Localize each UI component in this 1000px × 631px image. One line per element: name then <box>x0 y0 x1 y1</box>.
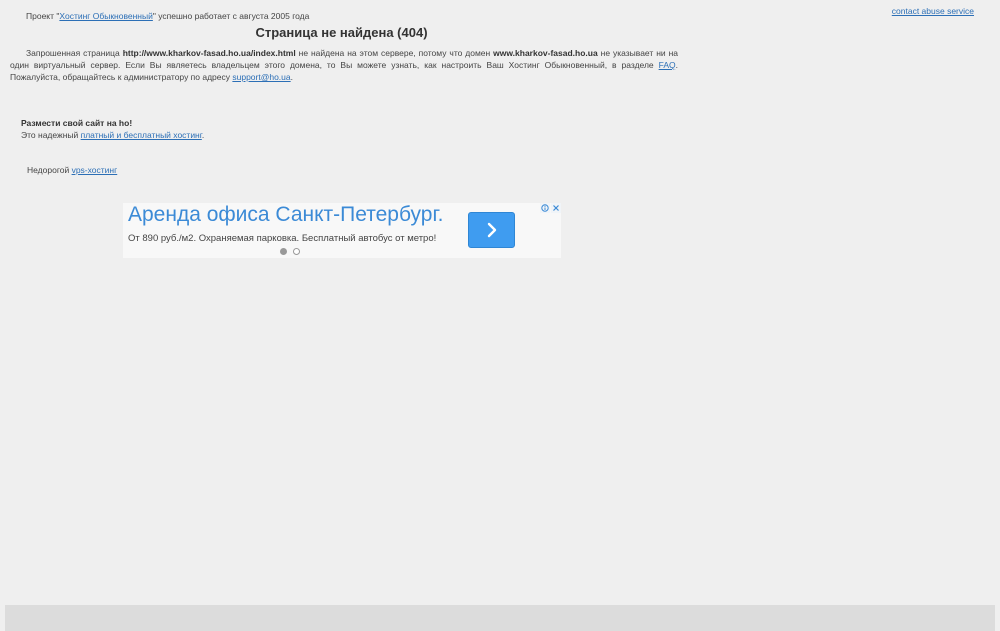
faq-link[interactable]: FAQ <box>659 60 676 70</box>
promo-text-prefix: Это надежный <box>21 130 81 140</box>
ad-banner[interactable]: Аренда офиса Санкт-Петербург. От 890 руб… <box>123 203 561 258</box>
support-email-link[interactable]: support@ho.ua <box>232 72 290 82</box>
ad-controls <box>540 203 561 213</box>
ad-title[interactable]: Аренда офиса Санкт-Петербург. <box>128 203 443 227</box>
contact-abuse-link[interactable]: contact abuse service <box>892 6 974 16</box>
project-suffix: " успешно работает с августа 2005 года <box>152 11 310 21</box>
hosting-link[interactable]: Хостинг Обыкновенный <box>59 11 152 21</box>
project-prefix: Проект " <box>26 11 60 21</box>
message-text-1: Запрошенная страница <box>26 48 123 58</box>
message-text-2: не найдена на этом сервере, потому что д… <box>295 48 494 58</box>
vps-prefix: Недорогой <box>27 165 72 175</box>
promo-heading: Размести свой сайт на ho! <box>21 118 133 128</box>
ad-info-icon[interactable] <box>540 203 550 213</box>
vps-line: Недорогой vps-хостинг <box>27 165 117 175</box>
project-info-line: Проект "Хостинг Обыкновенный" успешно ра… <box>26 11 309 21</box>
ad-pagination <box>280 248 300 255</box>
page: Проект "Хостинг Обыкновенный" успешно ра… <box>0 0 1000 631</box>
chevron-right-icon <box>487 222 496 238</box>
promo-text-suffix: . <box>201 130 205 140</box>
ad-dot-1[interactable] <box>280 248 287 255</box>
hosting-plans-link[interactable]: платный и бесплатный хостинг <box>81 130 202 140</box>
page-title: Страница не найдена (404) <box>255 25 428 40</box>
promo-block: Размести свой сайт на ho! Это надежный п… <box>21 117 204 141</box>
message-text-5: . <box>290 72 294 82</box>
ad-text[interactable]: От 890 руб./м2. Охраняемая парковка. Бес… <box>128 233 436 244</box>
ad-close-icon[interactable] <box>551 203 561 213</box>
requested-url: http://www.kharkov-fasad.ho.ua/index.htm… <box>122 48 296 58</box>
ad-go-button[interactable] <box>468 212 515 248</box>
promo-text: Это надежный платный и бесплатный хостин… <box>21 129 204 141</box>
domain-name: www.kharkov-fasad.ho.ua <box>493 48 598 58</box>
ad-dot-2[interactable] <box>293 248 300 255</box>
error-message: Запрошенная страница http://www.kharkov-… <box>10 47 678 83</box>
footer-bar <box>5 605 995 631</box>
vps-hosting-link[interactable]: vps-хостинг <box>72 165 118 175</box>
